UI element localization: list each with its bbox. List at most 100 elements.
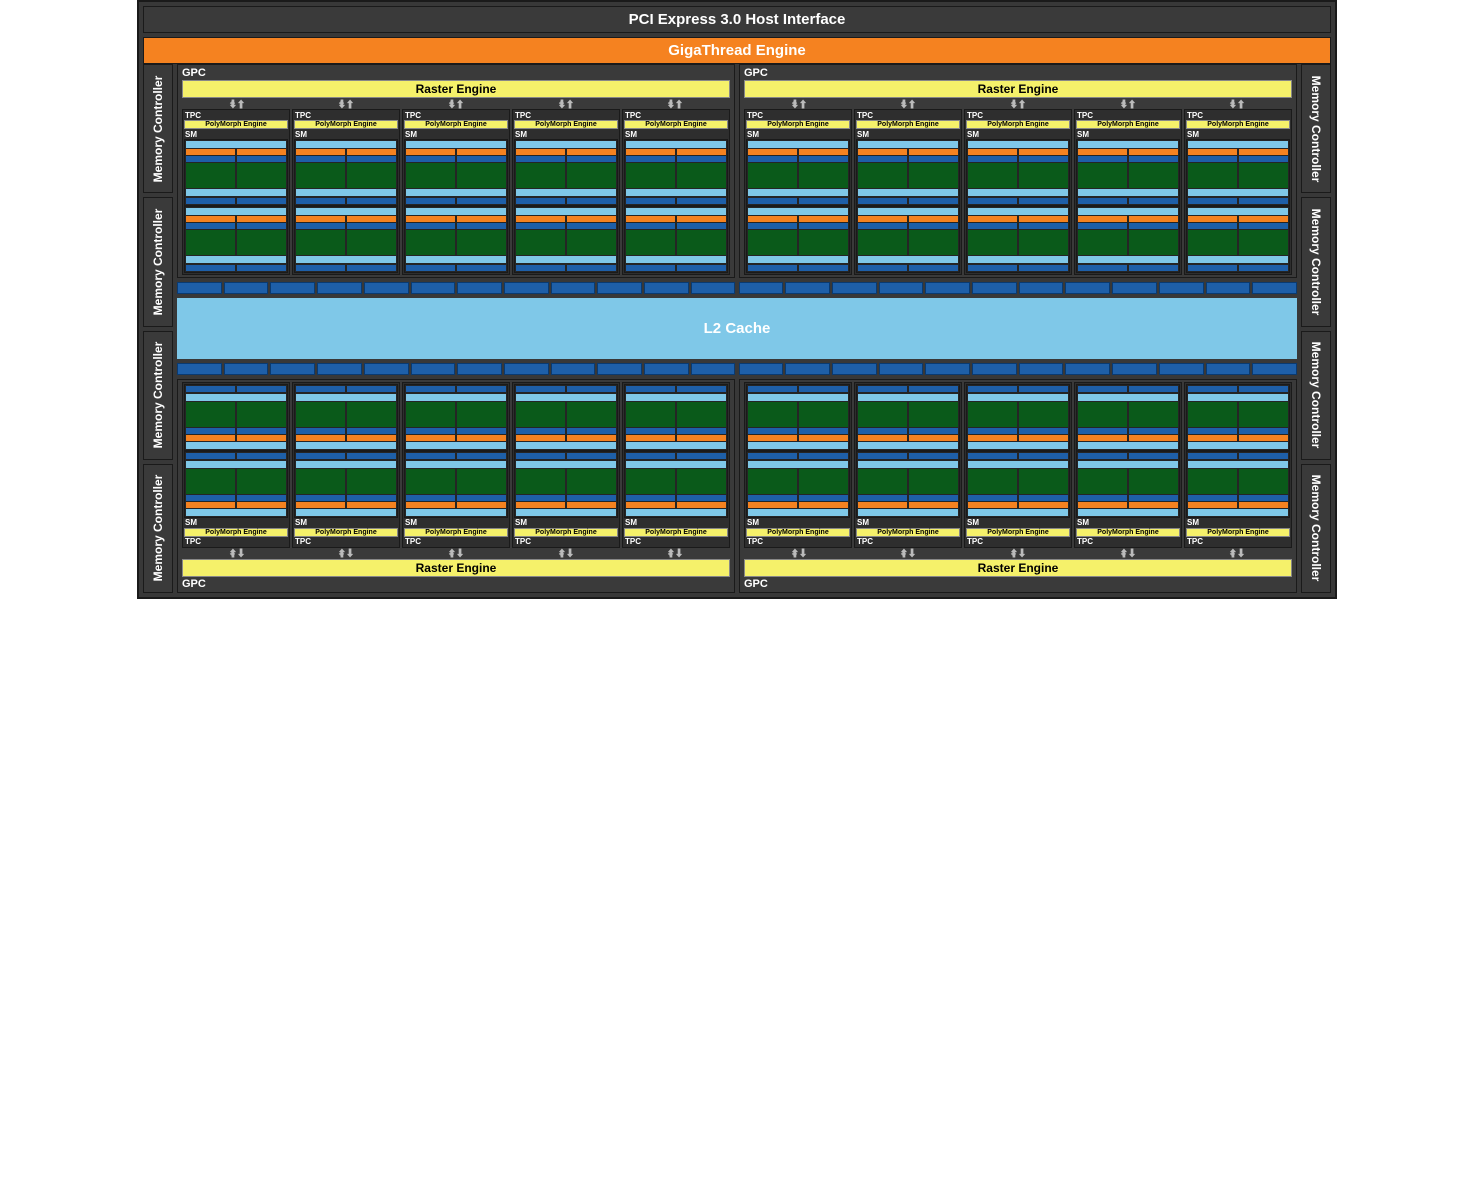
core-column: [799, 469, 848, 494]
cuda-core: [1079, 246, 1090, 248]
cuda-core: [895, 409, 906, 411]
cuda-core: [749, 479, 760, 481]
sm-bar-blue: [748, 223, 797, 229]
cuda-core: [871, 479, 882, 481]
cuda-core: [773, 234, 784, 236]
cuda-core: [651, 185, 662, 187]
cuda-core: [517, 488, 528, 490]
cuda-core: [517, 167, 528, 169]
cuda-core: [1079, 170, 1090, 172]
cuda-core: [934, 246, 945, 248]
cuda-core: [348, 403, 359, 405]
cuda-core: [910, 424, 921, 426]
cuda-core: [1142, 470, 1153, 472]
cuda-core: [348, 231, 359, 233]
cuda-core: [993, 164, 1004, 166]
cuda-core: [1020, 403, 1031, 405]
cuda-core: [541, 237, 552, 239]
cuda-core: [1189, 406, 1200, 408]
cuda-core: [419, 403, 430, 405]
cuda-core: [836, 170, 847, 172]
cuda-core: [910, 418, 921, 420]
cuda-core: [910, 470, 921, 472]
cuda-core: [714, 424, 725, 426]
tpc-label: TPC: [624, 111, 728, 120]
cuda-core: [1201, 246, 1212, 248]
cuda-core: [1056, 415, 1067, 417]
cuda-core: [1079, 476, 1090, 478]
cuda-core: [443, 403, 454, 405]
cuda-core: [1079, 243, 1090, 245]
cuda-core: [1142, 415, 1153, 417]
cuda-core: [604, 164, 615, 166]
cuda-core: [749, 182, 760, 184]
cuda-core: [517, 476, 528, 478]
cuda-core: [1189, 170, 1200, 172]
cuda-core: [250, 252, 261, 254]
cuda-core: [714, 249, 725, 251]
cuda-core: [458, 470, 469, 472]
sm-bar-blue: [748, 453, 797, 459]
cuda-core: [1201, 409, 1212, 411]
cuda-core: [458, 421, 469, 423]
cuda-core: [1005, 421, 1016, 423]
cuda-core: [1044, 473, 1055, 475]
cuda-core: [443, 406, 454, 408]
cuda-core: [604, 470, 615, 472]
sm-bar-blue: [748, 156, 797, 162]
cuda-core: [238, 173, 249, 175]
cuda-core: [309, 179, 320, 181]
cuda-core: [250, 470, 261, 472]
cuda-core: [470, 485, 481, 487]
cuda-core: [714, 476, 725, 478]
cuda-core: [199, 173, 210, 175]
cuda-core: [274, 488, 285, 490]
core-column: [296, 230, 345, 255]
cuda-core: [458, 479, 469, 481]
cuda-core: [592, 491, 603, 493]
cuda-core: [627, 418, 638, 420]
cuda-core: [1020, 491, 1031, 493]
cuda-core: [1264, 482, 1275, 484]
cuda-core: [981, 240, 992, 242]
cuda-core: [702, 412, 713, 414]
cuda-core: [187, 470, 198, 472]
cuda-core: [568, 237, 579, 239]
cuda-core: [1005, 231, 1016, 233]
cuda-core: [384, 482, 395, 484]
cuda-core: [443, 424, 454, 426]
sm-bar-blue: [347, 265, 396, 271]
cuda-core: [651, 164, 662, 166]
sm-bar-blue: [968, 386, 1017, 392]
cuda-core: [969, 403, 980, 405]
cuda-core: [211, 179, 222, 181]
cuda-core: [1032, 167, 1043, 169]
cuda-core: [517, 240, 528, 242]
cuda-core: [333, 176, 344, 178]
sm-bar-light: [1188, 141, 1288, 148]
cuda-core: [529, 179, 540, 181]
cuda-core: [946, 249, 957, 251]
sm-bar-blue: [186, 428, 235, 434]
sm-bar-blue: [799, 156, 848, 162]
cuda-core: [836, 485, 847, 487]
cuda-core: [568, 476, 579, 478]
cache-segment: [364, 363, 409, 375]
cuda-core: [773, 243, 784, 245]
cuda-core: [553, 479, 564, 481]
cuda-core: [604, 182, 615, 184]
cuda-core: [517, 231, 528, 233]
cuda-core: [1103, 246, 1114, 248]
cuda-core: [922, 167, 933, 169]
cuda-core: [785, 240, 796, 242]
cuda-core: [517, 418, 528, 420]
sm-bar-blue: [457, 156, 506, 162]
cuda-core: [895, 473, 906, 475]
gpc-label: GPC: [742, 67, 1294, 79]
cuda-core: [824, 406, 835, 408]
tpc: TPCPolyMorph EngineSM: [512, 109, 620, 275]
sm-bar-orange: [748, 149, 797, 155]
core-column: [748, 469, 797, 494]
cuda-core: [333, 240, 344, 242]
cuda-core: [702, 488, 713, 490]
